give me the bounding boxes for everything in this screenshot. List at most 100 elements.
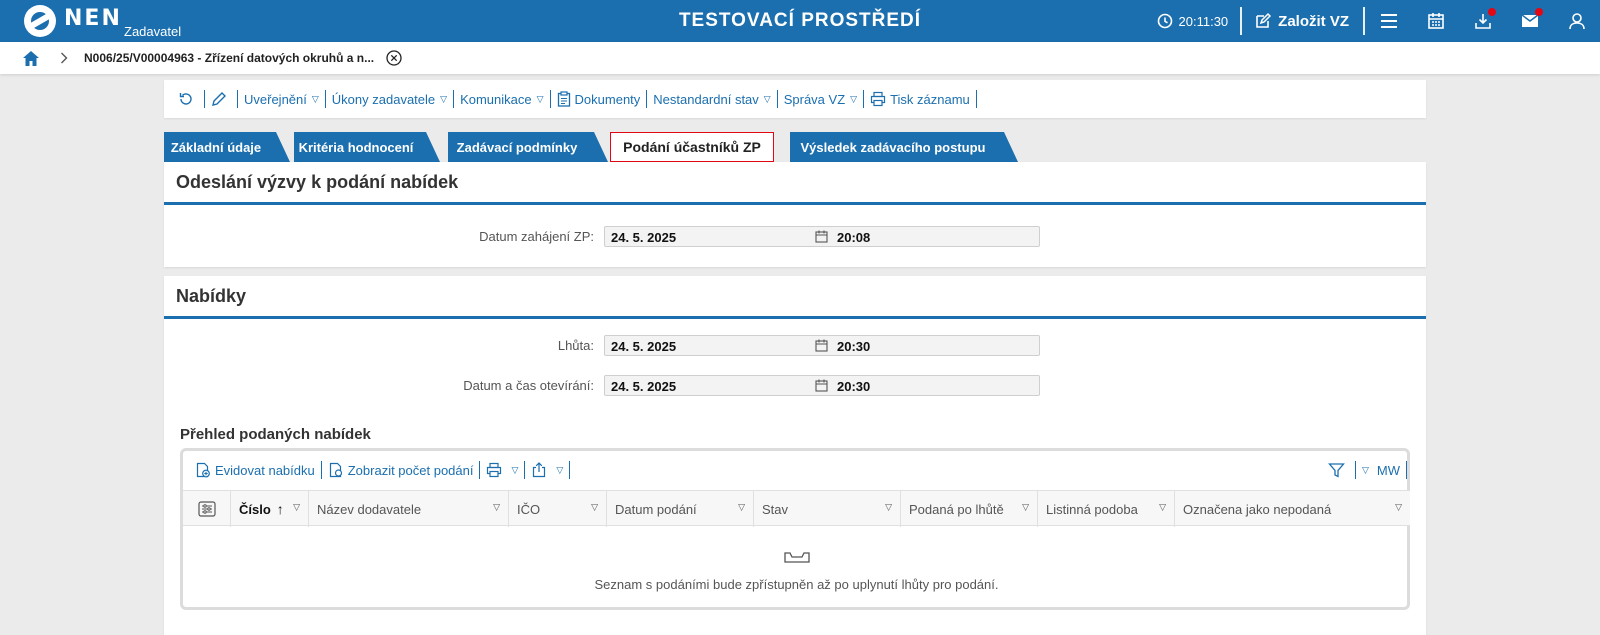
column-header-label: Název dodavatele bbox=[317, 501, 422, 517]
deadline-datetime-field[interactable]: 24. 5. 2025 20:30 bbox=[604, 334, 1040, 356]
divider bbox=[975, 90, 977, 108]
column-settings-icon bbox=[197, 501, 216, 517]
user-profile-button[interactable] bbox=[1553, 0, 1600, 42]
publish-menu[interactable]: Uveřejnění ▽ bbox=[238, 92, 325, 107]
close-circle-icon bbox=[386, 50, 402, 66]
column-header-label: Stav bbox=[762, 501, 789, 517]
home-icon bbox=[23, 50, 39, 66]
print-record-button[interactable]: Tisk záznamu bbox=[864, 91, 976, 107]
column-header-submission-date[interactable]: Datum podání ▽ bbox=[607, 491, 754, 527]
sort-ascending-icon: ↑ bbox=[276, 501, 284, 517]
clock-icon bbox=[1157, 13, 1172, 29]
column-filter-icon[interactable]: ▽ bbox=[1159, 502, 1166, 513]
start-time-value: 20:08 bbox=[837, 229, 871, 245]
column-header-ico[interactable]: IČO ▽ bbox=[509, 491, 607, 527]
logo-icon bbox=[24, 5, 56, 37]
refresh-icon bbox=[179, 93, 192, 105]
column-filter-icon[interactable]: ▽ bbox=[738, 502, 745, 513]
column-header-label: Podaná po lhůtě bbox=[909, 501, 1004, 517]
section-title: Nabídky bbox=[164, 276, 1426, 319]
start-date-row: Datum zahájení ZP: 24. 5. 2025 20:08 bbox=[164, 225, 1426, 247]
edit-button[interactable] bbox=[205, 91, 237, 107]
tab-tender-conditions[interactable]: Zadávací podmínky bbox=[448, 132, 608, 162]
contract-management-menu[interactable]: Správa VZ ▽ bbox=[778, 92, 863, 107]
deadline-date-value: 24. 5. 2025 bbox=[611, 338, 677, 354]
opening-datetime-field[interactable]: 24. 5. 2025 20:30 bbox=[604, 374, 1040, 396]
column-header-label: IČO bbox=[517, 501, 541, 517]
tab-procedure-result[interactable]: Výsledek zadávacího postupu bbox=[790, 132, 1018, 162]
deadline-time-value: 20:30 bbox=[837, 338, 871, 354]
divider bbox=[569, 461, 571, 479]
publish-label: Uveřejnění bbox=[244, 91, 307, 107]
column-header-label: Listinná podoba bbox=[1046, 501, 1138, 517]
pencil-icon bbox=[212, 92, 226, 106]
deadline-label: Lhůta: bbox=[557, 337, 594, 353]
grid-header: Číslo ↑ ▽ Název dodavatele ▽ IČO ▽ Datum… bbox=[183, 490, 1410, 527]
column-filter-icon[interactable]: ▽ bbox=[1022, 502, 1029, 513]
printer-icon bbox=[487, 462, 502, 478]
opening-label: Datum a čas otevírání: bbox=[463, 377, 594, 393]
user-icon bbox=[1568, 13, 1585, 30]
mail-icon bbox=[1521, 14, 1538, 27]
communication-menu[interactable]: Komunikace ▽ bbox=[454, 92, 549, 107]
calendar-icon bbox=[1427, 13, 1444, 29]
contracting-acts-menu[interactable]: Úkony zadavatele ▽ bbox=[326, 92, 453, 107]
column-filter-icon[interactable]: ▽ bbox=[591, 502, 598, 513]
divider bbox=[1406, 461, 1407, 479]
tab-bar: Základní údaje Kritéria hodnocení Zadáva… bbox=[164, 132, 1064, 162]
funnel-icon bbox=[1328, 462, 1345, 478]
grid-export-menu[interactable]: ▽ bbox=[525, 462, 569, 478]
tab-evaluation-criteria[interactable]: Kritéria hodnocení bbox=[294, 132, 440, 162]
dropdown-triangle-icon: ▽ bbox=[440, 93, 448, 104]
tab-participant-submissions[interactable]: Podání účastníků ZP bbox=[610, 132, 774, 162]
edit-icon bbox=[1256, 12, 1272, 28]
nonstandard-state-menu[interactable]: Nestandardní stav ▽ bbox=[647, 92, 776, 107]
grid-filter-button[interactable] bbox=[1322, 462, 1355, 479]
create-contract-label: Založit VZ bbox=[1278, 12, 1349, 30]
column-filter-icon[interactable]: ▽ bbox=[885, 502, 892, 513]
dropdown-triangle-icon: ▽ bbox=[556, 464, 564, 475]
offers-section: Nabídky Lhůta: 24. 5. 2025 20:30 Datum a… bbox=[164, 276, 1426, 635]
column-filter-icon[interactable]: ▽ bbox=[1395, 502, 1402, 513]
logo-subtitle: Zadavatel bbox=[124, 24, 182, 39]
breadcrumb: N006/25/V00004963 - Zřízení datových okr… bbox=[0, 42, 1600, 74]
share-export-icon bbox=[533, 462, 546, 478]
documents-label: Dokumenty bbox=[574, 91, 641, 107]
column-header-paper-form[interactable]: Listinná podoba ▽ bbox=[1038, 491, 1175, 527]
show-submission-count-button[interactable]: Zobrazit počet podání bbox=[322, 462, 480, 478]
tab-basic-info[interactable]: Základní údaje bbox=[164, 132, 290, 162]
column-settings-button[interactable] bbox=[183, 491, 231, 527]
calendar-icon bbox=[815, 230, 828, 246]
offers-grid: Evidovat nabídku Zobrazit počet podání ▽… bbox=[180, 448, 1410, 610]
column-filter-icon[interactable]: ▽ bbox=[293, 502, 300, 513]
hamburger-icon bbox=[1380, 14, 1397, 28]
column-filter-icon[interactable]: ▽ bbox=[493, 502, 500, 513]
dropdown-triangle-icon: ▽ bbox=[536, 93, 544, 104]
contracting-acts-label: Úkony zadavatele bbox=[331, 91, 436, 107]
create-contract-button[interactable]: Založit VZ bbox=[1242, 12, 1363, 30]
column-header-label: Datum podání bbox=[615, 501, 697, 517]
menu-button[interactable] bbox=[1365, 0, 1412, 42]
column-header-state[interactable]: Stav ▽ bbox=[754, 491, 901, 527]
grid-print-menu[interactable]: ▽ bbox=[480, 462, 524, 478]
nen-logo[interactable]: NEN bbox=[24, 4, 122, 38]
calendar-icon bbox=[815, 379, 828, 395]
calendar-button[interactable] bbox=[1412, 0, 1459, 42]
breadcrumb-current[interactable]: N006/25/V00004963 - Zřízení datových okr… bbox=[84, 51, 374, 65]
column-header-submitted-late[interactable]: Podaná po lhůtě ▽ bbox=[901, 491, 1038, 527]
home-button[interactable] bbox=[22, 50, 40, 67]
column-header-supplier-name[interactable]: Název dodavatele ▽ bbox=[309, 491, 509, 527]
view-preset-menu[interactable]: ▽ MW bbox=[1356, 463, 1406, 478]
document-search-icon bbox=[329, 462, 342, 478]
start-datetime-field[interactable]: 24. 5. 2025 20:08 bbox=[604, 225, 1040, 247]
column-header-number[interactable]: Číslo ↑ ▽ bbox=[231, 491, 309, 527]
documents-button[interactable]: Dokumenty bbox=[551, 91, 647, 107]
register-offer-button[interactable]: Evidovat nabídku bbox=[189, 462, 321, 478]
downloads-button[interactable] bbox=[1459, 0, 1506, 42]
messages-button[interactable] bbox=[1506, 0, 1553, 42]
close-breadcrumb-button[interactable] bbox=[386, 50, 402, 66]
refresh-button[interactable] bbox=[172, 91, 204, 107]
session-clock: 20:11:30 bbox=[1157, 13, 1228, 29]
opening-date-value: 24. 5. 2025 bbox=[611, 378, 677, 394]
column-header-marked-unsubmitted[interactable]: Označena jako nepodaná ▽ bbox=[1175, 491, 1410, 527]
